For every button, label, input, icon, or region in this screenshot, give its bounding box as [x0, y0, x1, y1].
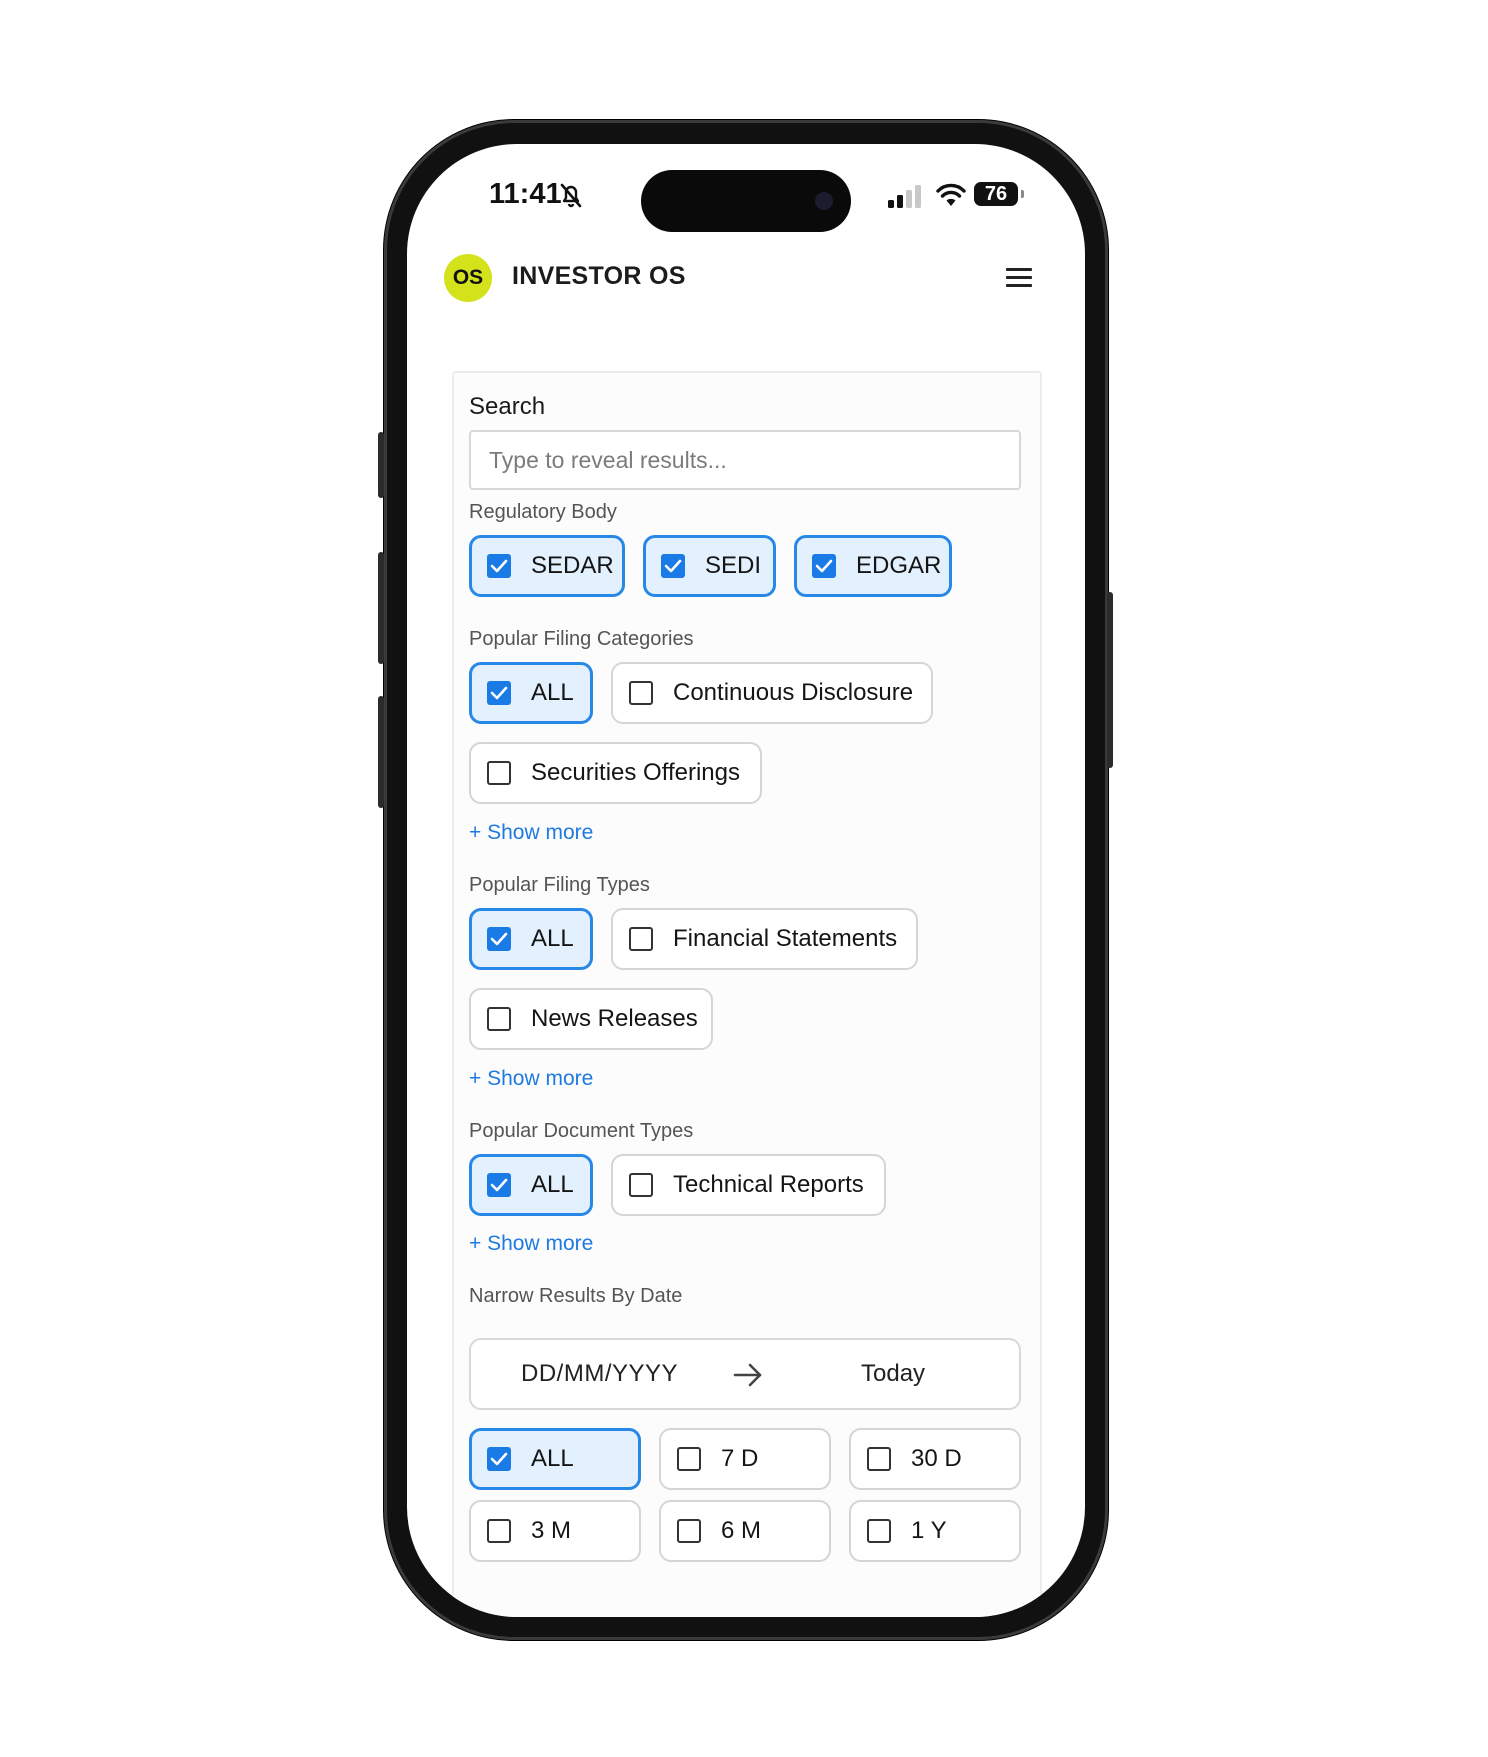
checkbox-unchecked-icon	[867, 1447, 891, 1471]
checkbox-checked-icon	[487, 1447, 511, 1471]
checkbox-checked-icon	[487, 681, 511, 705]
chip-range-30d[interactable]: 30 D	[849, 1428, 1021, 1490]
document-types-label: Popular Document Types	[469, 1120, 694, 1142]
date-from-input[interactable]: DD/MM/YYYY	[521, 1360, 678, 1388]
chip-label: ALL	[531, 925, 574, 952]
chip-label: ALL	[531, 1171, 574, 1198]
phone-volume-up-button	[378, 552, 384, 664]
chip-continuous-disclosure[interactable]: Continuous Disclosure	[611, 662, 933, 724]
hamburger-menu-icon[interactable]	[1006, 268, 1032, 288]
filing-categories-label: Popular Filing Categories	[469, 628, 694, 650]
chip-range-all[interactable]: ALL	[469, 1428, 641, 1490]
chip-label: Continuous Disclosure	[673, 679, 914, 706]
chip-label: News Releases	[531, 1005, 698, 1032]
regulatory-body-label: Regulatory Body	[469, 501, 617, 523]
chip-label: Technical Reports	[673, 1171, 864, 1198]
checkbox-checked-icon	[487, 927, 511, 951]
checkbox-unchecked-icon	[629, 927, 653, 951]
date-to-input[interactable]: Today	[861, 1360, 925, 1388]
date-filter-label: Narrow Results By Date	[469, 1285, 683, 1307]
chip-range-3m[interactable]: 3 M	[469, 1500, 641, 1562]
wifi-icon	[936, 183, 966, 206]
phone-screen: 11:41 76 OS INVESTOR OS Search Regulator…	[407, 144, 1085, 1617]
filter-panel: Search Regulatory Body SEDAR SEDI EDGAR …	[452, 371, 1042, 1617]
search-input[interactable]	[471, 432, 1019, 488]
phone-action-button	[378, 432, 384, 498]
chip-label: 7 D	[721, 1445, 759, 1472]
chip-categories-all[interactable]: ALL	[469, 662, 593, 724]
chip-range-6m[interactable]: 6 M	[659, 1500, 831, 1562]
checkbox-unchecked-icon	[867, 1519, 891, 1543]
phone-power-button	[1107, 592, 1113, 768]
chip-news-releases[interactable]: News Releases	[469, 988, 713, 1050]
chip-range-7d[interactable]: 7 D	[659, 1428, 831, 1490]
show-more-types-link[interactable]: + Show more	[469, 1067, 593, 1091]
chip-securities-offerings[interactable]: Securities Offerings	[469, 742, 762, 804]
chip-types-all[interactable]: ALL	[469, 908, 593, 970]
cellular-signal-icon	[888, 185, 921, 208]
chip-sedi[interactable]: SEDI	[643, 535, 776, 597]
chip-label: 3 M	[531, 1517, 572, 1544]
checkbox-unchecked-icon	[677, 1519, 701, 1543]
checkbox-unchecked-icon	[629, 1173, 653, 1197]
bell-off-icon	[560, 183, 582, 208]
checkbox-checked-icon	[661, 554, 685, 578]
chip-technical-reports[interactable]: Technical Reports	[611, 1154, 886, 1216]
battery-indicator: 76	[974, 182, 1024, 206]
checkbox-checked-icon	[487, 554, 511, 578]
chip-label: Financial Statements	[673, 925, 898, 952]
checkbox-unchecked-icon	[629, 681, 653, 705]
checkbox-checked-icon	[812, 554, 836, 578]
date-range-field[interactable]: DD/MM/YYYY Today	[469, 1338, 1021, 1410]
chip-label: Securities Offerings	[531, 759, 740, 786]
app-logo[interactable]: OS	[444, 254, 492, 302]
filing-types-label: Popular Filing Types	[469, 874, 650, 896]
chip-label: SEDAR	[531, 552, 614, 579]
chip-sedar[interactable]: SEDAR	[469, 535, 625, 597]
chip-label: ALL	[531, 679, 574, 706]
checkbox-unchecked-icon	[487, 1519, 511, 1543]
chip-label: 30 D	[911, 1445, 962, 1472]
search-field[interactable]	[469, 430, 1021, 490]
dynamic-island	[641, 170, 851, 232]
chip-label: 1 Y	[911, 1517, 947, 1544]
phone-volume-down-button	[378, 696, 384, 808]
checkbox-unchecked-icon	[487, 1007, 511, 1031]
chip-edgar[interactable]: EDGAR	[794, 535, 952, 597]
checkbox-unchecked-icon	[677, 1447, 701, 1471]
checkbox-checked-icon	[487, 1173, 511, 1197]
arrow-right-icon	[733, 1363, 762, 1387]
app-title: INVESTOR OS	[512, 262, 686, 290]
chip-documents-all[interactable]: ALL	[469, 1154, 593, 1216]
chip-financial-statements[interactable]: Financial Statements	[611, 908, 918, 970]
status-time: 11:41	[489, 178, 562, 210]
show-more-documents-link[interactable]: + Show more	[469, 1232, 593, 1256]
chip-range-1y[interactable]: 1 Y	[849, 1500, 1021, 1562]
show-more-categories-link[interactable]: + Show more	[469, 821, 593, 845]
chip-label: ALL	[531, 1445, 574, 1472]
chip-label: EDGAR	[856, 552, 942, 579]
search-label: Search	[469, 393, 546, 420]
checkbox-unchecked-icon	[487, 761, 511, 785]
chip-label: 6 M	[721, 1517, 762, 1544]
chip-label: SEDI	[705, 552, 762, 579]
